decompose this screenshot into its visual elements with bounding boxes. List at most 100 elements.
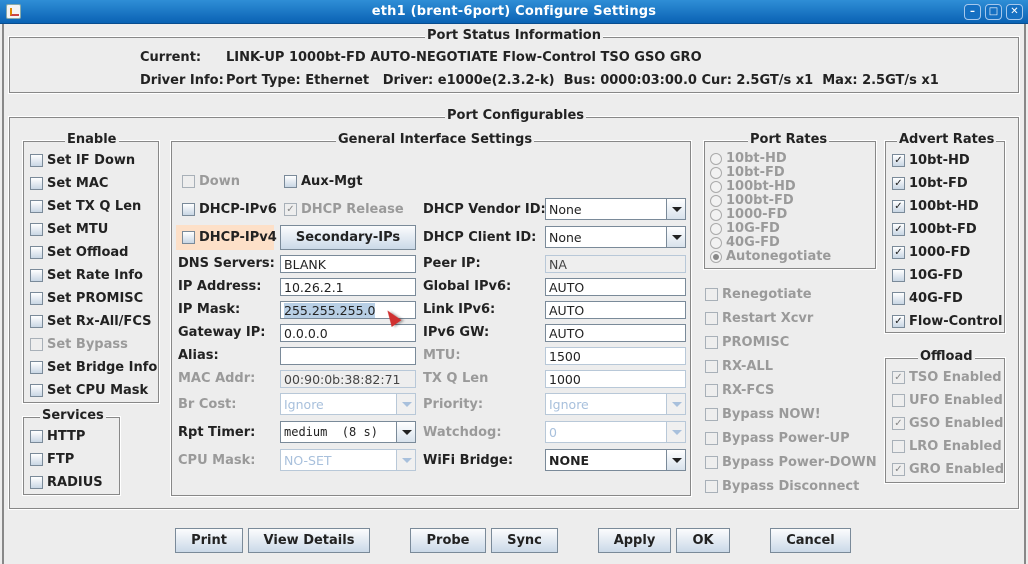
chevron-down-icon bbox=[396, 422, 415, 442]
global-ipv6-input[interactable]: AUTO bbox=[545, 278, 686, 296]
bypass-disconnect-checkbox[interactable] bbox=[705, 480, 718, 493]
bypass-power-up-label: Bypass Power-UP bbox=[722, 431, 850, 446]
100bt-fd-radio[interactable] bbox=[710, 195, 722, 207]
close-button[interactable]: ✕ bbox=[1006, 4, 1023, 20]
promisc-label: PROMISC bbox=[722, 335, 790, 350]
dhcp-ipv4-checkbox[interactable] bbox=[182, 231, 195, 244]
dhcp-client-id-select[interactable]: None bbox=[545, 226, 686, 248]
http-checkbox[interactable] bbox=[30, 430, 43, 443]
set-bypass-checkbox[interactable] bbox=[30, 338, 43, 351]
cancel-button[interactable]: Cancel bbox=[770, 528, 851, 553]
title-bar: eth1 (brent-6port) Configure Settings – … bbox=[0, 0, 1028, 24]
view-details-button[interactable]: View Details bbox=[248, 528, 370, 553]
set-mtu-checkbox[interactable] bbox=[30, 223, 43, 236]
gateway-ip-input[interactable]: 0.0.0.0 bbox=[280, 324, 416, 342]
dhcp-release-checkbox[interactable] bbox=[284, 203, 297, 216]
set-rx-all-fcs-checkbox[interactable] bbox=[30, 315, 43, 328]
1000-fd-checkbox[interactable] bbox=[892, 246, 905, 259]
promisc-checkbox[interactable] bbox=[705, 336, 718, 349]
ip-address-input[interactable]: 10.26.2.1 bbox=[280, 278, 416, 296]
set-bridge-info-checkbox[interactable] bbox=[30, 361, 43, 374]
br-cost-value: Ignore bbox=[284, 397, 324, 412]
wifi-bridge-value: NONE bbox=[549, 453, 590, 468]
dhcp-ipv6-checkbox[interactable] bbox=[182, 203, 195, 216]
gso-enabled-checkbox[interactable] bbox=[892, 417, 905, 430]
chevron-down-icon bbox=[666, 227, 685, 247]
10g-fd-radio[interactable] bbox=[710, 223, 722, 235]
tso-enabled-checkbox[interactable] bbox=[892, 371, 905, 384]
probe-button[interactable]: Probe bbox=[410, 528, 486, 553]
autonegotiate-radio[interactable] bbox=[710, 251, 722, 263]
10g-fd-checkbox[interactable] bbox=[892, 269, 905, 282]
maximize-button[interactable]: □ bbox=[985, 4, 1002, 20]
10bt-fd-checkbox[interactable] bbox=[892, 177, 905, 190]
set-offload-checkbox[interactable] bbox=[30, 246, 43, 259]
advert-rates-title: Advert Rates bbox=[897, 132, 997, 147]
global-ipv6-label: Global IPv6: bbox=[423, 279, 512, 294]
minimize-button[interactable]: – bbox=[964, 4, 981, 20]
tso-enabled-label: TSO Enabled bbox=[909, 370, 1002, 385]
rpt-timer-select[interactable]: medium (8 s) bbox=[280, 421, 416, 443]
rx-all-checkbox[interactable] bbox=[705, 360, 718, 373]
renegotiate-checkbox[interactable] bbox=[705, 288, 718, 301]
set-if-down-checkbox[interactable] bbox=[30, 154, 43, 167]
apply-button[interactable]: Apply bbox=[598, 528, 671, 553]
dhcp-vendor-id-select[interactable]: None bbox=[545, 198, 686, 220]
br-cost-select[interactable]: Ignore bbox=[280, 393, 416, 415]
radius-checkbox[interactable] bbox=[30, 476, 43, 489]
set-mac-checkbox[interactable] bbox=[30, 177, 43, 190]
lro-enabled-checkbox[interactable] bbox=[892, 440, 905, 453]
ufo-enabled-checkbox[interactable] bbox=[892, 394, 905, 407]
set-rate-info-checkbox[interactable] bbox=[30, 269, 43, 282]
rpt-timer-label: Rpt Timer: bbox=[178, 425, 256, 440]
40g-fd-radio[interactable] bbox=[710, 237, 722, 249]
link-ipv6-input[interactable]: AUTO bbox=[545, 301, 686, 319]
sync-button[interactable]: Sync bbox=[491, 528, 558, 553]
rx-fcs-checkbox[interactable] bbox=[705, 384, 718, 397]
bypass-now-checkbox[interactable] bbox=[705, 408, 718, 421]
1000-fd-radio[interactable] bbox=[710, 209, 722, 221]
ipv6-gw-label: IPv6 GW: bbox=[423, 325, 490, 340]
ftp-checkbox[interactable] bbox=[30, 453, 43, 466]
port-rates-title: Port Rates bbox=[748, 132, 830, 147]
ufo-enabled-label: UFO Enabled bbox=[909, 393, 1003, 408]
set-promisc-checkbox[interactable] bbox=[30, 292, 43, 305]
10bt-hd-radio[interactable] bbox=[710, 153, 722, 165]
restart-xcvr-checkbox[interactable] bbox=[705, 312, 718, 325]
mtu-input[interactable]: 1500 bbox=[545, 347, 686, 365]
100bt-fd-checkbox[interactable] bbox=[892, 223, 905, 236]
100bt-hd-radio[interactable] bbox=[710, 181, 722, 193]
gro-enabled-checkbox[interactable] bbox=[892, 463, 905, 476]
print-button[interactable]: Print bbox=[175, 528, 243, 553]
mac-addr-input[interactable]: 00:90:0b:38:82:71 bbox=[280, 370, 416, 388]
100bt-hd-checkbox[interactable] bbox=[892, 200, 905, 213]
dns-servers-input[interactable]: BLANK bbox=[280, 255, 416, 273]
40g-fd-checkbox[interactable] bbox=[892, 292, 905, 305]
bypass-power-up-checkbox[interactable] bbox=[705, 432, 718, 445]
set-cpu-mask-checkbox[interactable] bbox=[30, 384, 43, 397]
current-value: LINK-UP 1000bt-FD AUTO-NEGOTIATE Flow-Co… bbox=[226, 50, 702, 65]
peer-ip-label: Peer IP: bbox=[423, 256, 481, 271]
aux-mgt-checkbox[interactable] bbox=[284, 175, 297, 188]
10bt-fd-radio[interactable] bbox=[710, 167, 722, 179]
chevron-down-icon bbox=[666, 450, 685, 470]
10bt-hd-checkbox[interactable] bbox=[892, 154, 905, 167]
secondary-ips-button[interactable]: Secondary-IPs bbox=[280, 225, 416, 250]
set-cpu-mask-label: Set CPU Mask bbox=[47, 383, 149, 398]
bypass-power-down-checkbox[interactable] bbox=[705, 456, 718, 469]
ip-mask-label: IP Mask: bbox=[178, 302, 241, 317]
wifi-bridge-select[interactable]: NONE bbox=[545, 449, 686, 471]
peer-ip-input[interactable]: NA bbox=[545, 255, 686, 273]
ok-button[interactable]: OK bbox=[676, 528, 730, 553]
watchdog-select[interactable]: 0 bbox=[545, 421, 686, 443]
set-tx-q-len-checkbox[interactable] bbox=[30, 200, 43, 213]
priority-select[interactable]: Ignore bbox=[545, 393, 686, 415]
alias-input[interactable] bbox=[280, 347, 416, 365]
bypass-power-down-label: Bypass Power-DOWN bbox=[722, 455, 877, 470]
tx-q-len-input[interactable]: 1000 bbox=[545, 370, 686, 388]
flow-control-checkbox[interactable] bbox=[892, 315, 905, 328]
down-checkbox[interactable] bbox=[182, 175, 195, 188]
cpu-mask-select[interactable]: NO-SET bbox=[280, 449, 416, 471]
port-configurables-title: Port Configurables bbox=[445, 108, 587, 123]
ipv6-gw-input[interactable]: AUTO bbox=[545, 324, 686, 342]
